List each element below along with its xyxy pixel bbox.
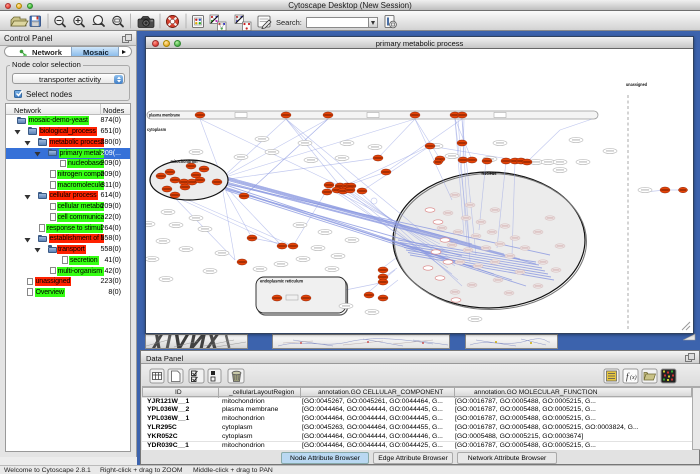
svg-text:cytoplasm: cytoplasm [147,127,166,132]
svg-text:plasma membrane: plasma membrane [149,113,180,118]
svg-text:unassigned: unassigned [626,82,647,87]
svg-text:nucleus: nucleus [482,171,497,176]
svg-text:(x): (x) [630,374,637,381]
svg-text:endoplasmic reticulum: endoplasmic reticulum [260,279,303,284]
